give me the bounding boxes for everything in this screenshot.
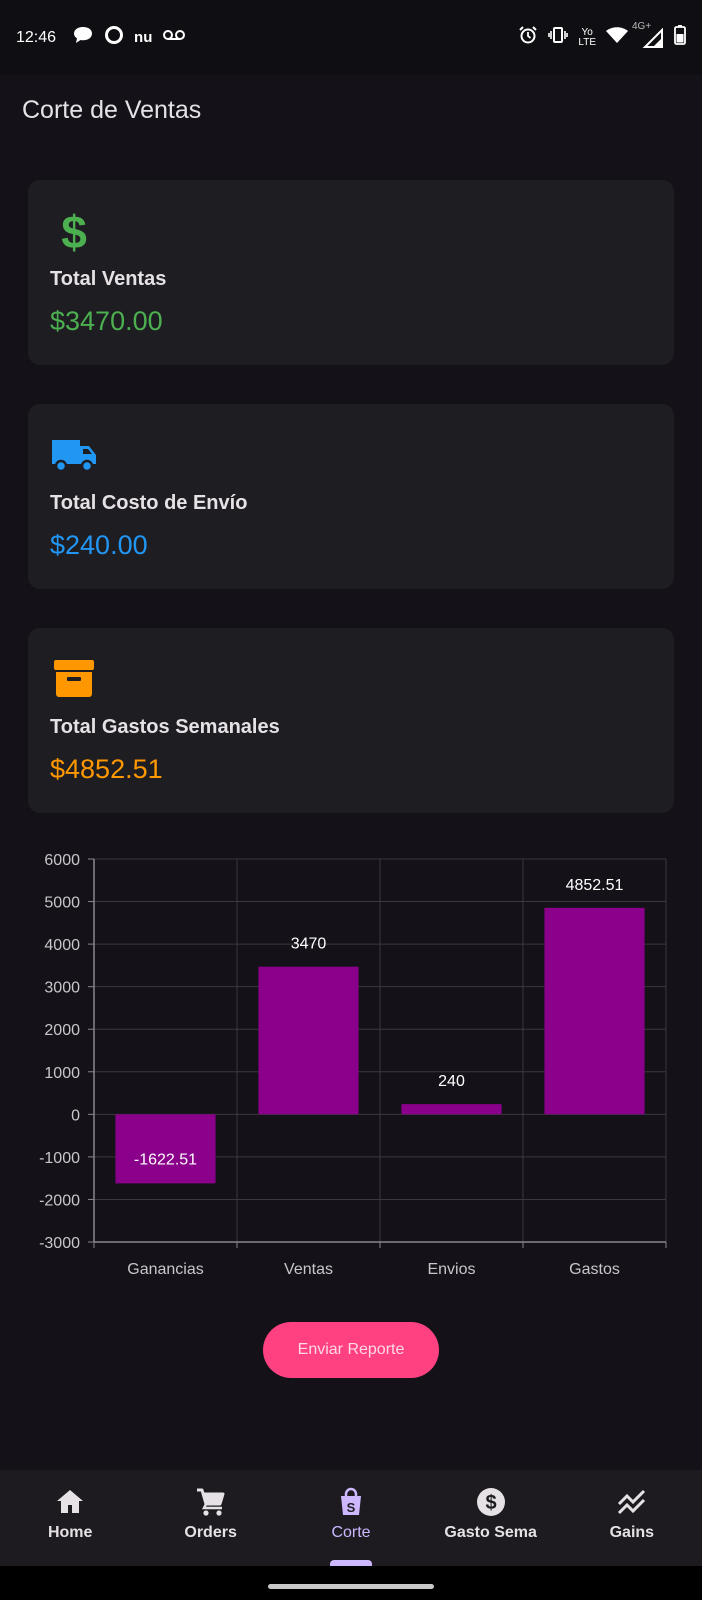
nav-label: Corte: [331, 1524, 371, 1541]
nav-label: Home: [47, 1524, 93, 1541]
bottom-navigation: Home Orders S Corte $ Gasto Semanal Gain: [0, 1470, 702, 1566]
voicemail-icon: [162, 28, 186, 47]
archive-box-icon: [50, 654, 98, 702]
y-tick-label: 0: [71, 1107, 80, 1124]
card-label: Total Ventas: [50, 268, 167, 290]
page-title: Corte de Ventas: [22, 96, 202, 124]
nav-label: Gasto Semanal: [444, 1524, 538, 1541]
nav-label: Orders: [184, 1524, 237, 1541]
bar: [115, 1114, 216, 1184]
enviar-reporte-button[interactable]: Enviar Reporte: [263, 1322, 439, 1378]
card-value: $4852.51: [50, 754, 163, 784]
y-tick-label: 2000: [44, 1022, 80, 1039]
total-ventas-card: $ Total Ventas $3470.00: [28, 180, 674, 365]
nav-item-gasto-semanal[interactable]: $ Gasto Semanal: [421, 1470, 561, 1566]
y-tick-label: 6000: [44, 852, 80, 869]
bar-chart: 6000 5000 4000 3000 2000 1000 0 -1000 -2000 -3000…: [0, 830, 702, 1280]
signal-icon: 4G+: [632, 21, 664, 48]
gesture-area: [0, 1566, 702, 1600]
nu-app-icon: nu: [134, 29, 153, 46]
x-tick-label: Ventas: [284, 1261, 333, 1278]
bar: [258, 966, 359, 1115]
bar: [544, 907, 645, 1115]
svg-text:S: S: [347, 1500, 356, 1515]
card-label: Total Costo de Envío: [50, 492, 248, 514]
x-tick-label: Ganancias: [127, 1261, 204, 1278]
svg-text:$: $: [61, 206, 87, 254]
alarm-icon: [518, 25, 538, 50]
chat-bubble-icon: [72, 25, 94, 50]
y-tick-label: 1000: [44, 1065, 80, 1082]
dollar-icon: $: [50, 206, 98, 258]
gesture-handle[interactable]: [268, 1584, 434, 1589]
bar-value-label: 4852.51: [566, 877, 624, 894]
card-value: $3470.00: [50, 306, 163, 336]
total-envio-card: Total Costo de Envío $240.00: [28, 404, 674, 589]
nav-item-gains[interactable]: Gains: [562, 1470, 702, 1566]
y-tick-label: 3000: [44, 980, 80, 997]
wifi-icon: [606, 26, 628, 49]
nav-item-corte[interactable]: S Corte: [281, 1470, 421, 1566]
circle-app-icon: [104, 25, 124, 50]
bar-value-label: -1622.51: [134, 1151, 197, 1168]
y-tick-label: 4000: [44, 937, 80, 954]
cart-icon: [196, 1488, 225, 1516]
y-tick-label: -2000: [39, 1192, 80, 1209]
y-tick-label: -1000: [39, 1150, 80, 1167]
clock: 12:46: [16, 28, 57, 46]
x-tick-label: Gastos: [569, 1261, 620, 1278]
svg-text:$: $: [486, 1492, 497, 1514]
bar: [401, 1104, 502, 1115]
y-tick-label: 5000: [44, 895, 80, 912]
total-gastos-card: Total Gastos Semanales $4852.51: [28, 628, 674, 813]
status-bar: 12:46 nu Yo LTE 4G+: [0, 0, 702, 75]
bar-chart-svg: 6000 5000 4000 3000 2000 1000 0 -1000 -2000 -3000…: [39, 852, 667, 1278]
volte-bottom-text: LTE: [578, 36, 596, 48]
shopping-bag-icon: S: [341, 1487, 362, 1515]
y-tick-label: -3000: [39, 1235, 80, 1252]
status-bar-right: Yo LTE 4G+: [518, 21, 686, 50]
nav-item-home[interactable]: Home: [0, 1470, 140, 1566]
card-label: Total Gastos Semanales: [50, 716, 280, 738]
dollar-circle-icon: $: [477, 1488, 506, 1516]
status-bar-left: 12:46 nu: [16, 25, 186, 50]
vibrate-icon: [548, 25, 569, 50]
card-value: $240.00: [50, 530, 148, 560]
truck-icon: [50, 430, 98, 478]
battery-icon: [674, 25, 686, 50]
nav-item-orders[interactable]: Orders: [140, 1470, 280, 1566]
home-icon: [57, 1490, 84, 1513]
bar-value-label: 3470: [291, 936, 327, 953]
volte-top-text: Yo: [581, 26, 593, 38]
nav-label: Gains: [609, 1524, 655, 1541]
trending-icon: [617, 1489, 645, 1515]
x-tick-label: Envios: [427, 1261, 475, 1278]
bar-value-label: 240: [438, 1073, 465, 1090]
volte-icon: Yo LTE: [578, 26, 596, 48]
